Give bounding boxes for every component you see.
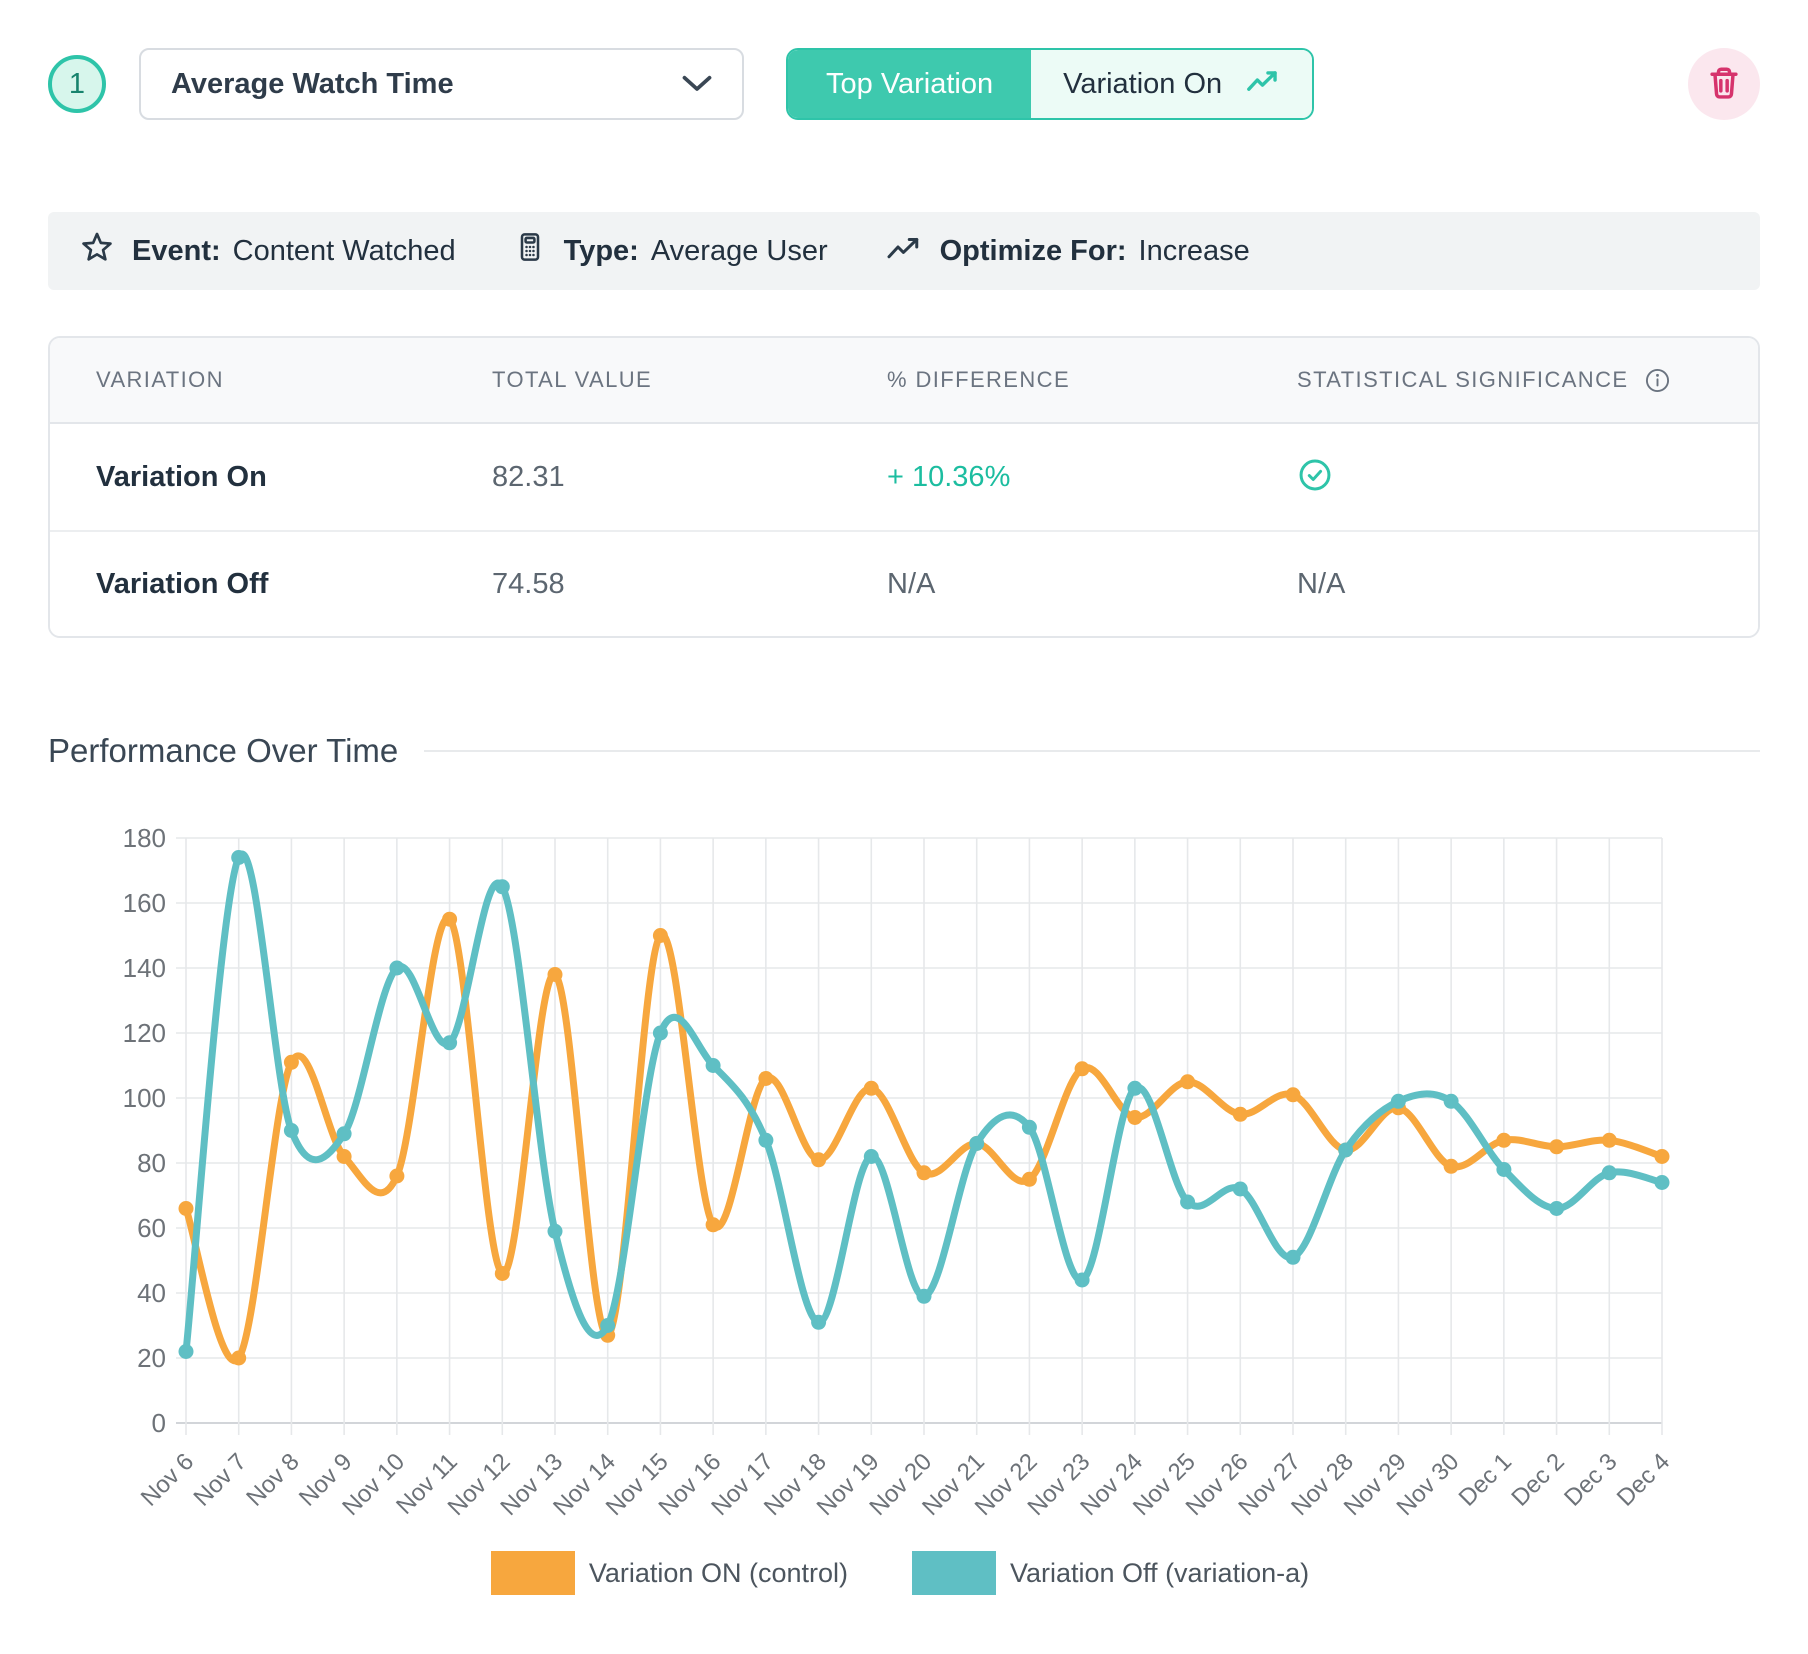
performance-line-chart: 020406080100120140160180Nov 6Nov 7Nov 8N… xyxy=(40,818,1752,1544)
svg-text:140: 140 xyxy=(123,953,166,983)
trash-icon xyxy=(1705,64,1743,105)
toggle-variation-on-label: Variation On xyxy=(1063,68,1222,101)
svg-text:60: 60 xyxy=(137,1213,166,1243)
performance-chart: 020406080100120140160180Nov 6Nov 7Nov 8N… xyxy=(40,818,1760,1595)
svg-text:180: 180 xyxy=(123,823,166,853)
row-significance: N/A xyxy=(1251,568,1758,601)
metric-header-row: 1 Average Watch Time Top Variation Varia… xyxy=(48,48,1760,120)
results-table: VARIATION TOTAL VALUE % DIFFERENCE STATI… xyxy=(48,336,1760,638)
col-difference: % DIFFERENCE xyxy=(841,367,1251,393)
metric-dropdown-value: Average Watch Time xyxy=(171,68,454,101)
page-title: Performance Over Time xyxy=(48,732,398,770)
svg-text:Dec 4: Dec 4 xyxy=(1612,1448,1675,1511)
table-row-variation-off: Variation Off 74.58 N/A N/A xyxy=(50,530,1758,636)
section-divider xyxy=(424,750,1760,752)
svg-text:Nov 8: Nov 8 xyxy=(241,1448,304,1511)
star-icon xyxy=(80,230,132,272)
type-value: Average User xyxy=(651,235,828,268)
svg-text:160: 160 xyxy=(123,888,166,918)
row-significance xyxy=(1251,457,1758,498)
performance-section-head: Performance Over Time xyxy=(48,732,1760,770)
variation-toggle: Top Variation Variation On xyxy=(786,48,1314,120)
chart-legend: Variation ON (control) Variation Off (va… xyxy=(40,1551,1760,1595)
delete-metric-button[interactable] xyxy=(1688,48,1760,120)
row-difference: N/A xyxy=(841,568,1251,601)
row-difference: + 10.36% xyxy=(841,461,1251,494)
calculator-icon xyxy=(514,230,564,272)
optimize-label: Optimize For: xyxy=(940,235,1127,268)
type-summary: Type: Average User xyxy=(514,230,828,272)
chevron-down-icon xyxy=(682,68,712,101)
legend-label: Variation Off (variation-a) xyxy=(1010,1558,1309,1589)
check-circle-icon xyxy=(1297,457,1333,498)
trending-up-icon xyxy=(886,233,940,269)
experiment-metric-panel: 1 Average Watch Time Top Variation Varia… xyxy=(0,0,1808,1654)
svg-text:120: 120 xyxy=(123,1018,166,1048)
event-value: Content Watched xyxy=(233,235,456,268)
svg-text:80: 80 xyxy=(137,1148,166,1178)
row-total-value: 82.31 xyxy=(446,461,841,494)
legend-item-variation-off[interactable]: Variation Off (variation-a) xyxy=(912,1551,1309,1595)
type-label: Type: xyxy=(564,235,639,268)
svg-text:Nov 7: Nov 7 xyxy=(189,1448,252,1511)
info-circle-icon[interactable] xyxy=(1644,367,1671,394)
col-significance: STATISTICAL SIGNIFICANCE xyxy=(1251,367,1758,394)
svg-text:0: 0 xyxy=(152,1408,166,1438)
legend-item-variation-on[interactable]: Variation ON (control) xyxy=(491,1551,848,1595)
optimize-value: Increase xyxy=(1139,235,1250,268)
row-total-value: 74.58 xyxy=(446,568,841,601)
svg-text:40: 40 xyxy=(137,1278,166,1308)
svg-text:Dec 3: Dec 3 xyxy=(1559,1448,1622,1511)
col-total-value: TOTAL VALUE xyxy=(446,367,841,393)
svg-text:Dec 1: Dec 1 xyxy=(1454,1448,1517,1511)
toggle-top-variation-label: Top Variation xyxy=(826,68,993,101)
svg-text:Nov 6: Nov 6 xyxy=(136,1448,199,1511)
row-variation-name: Variation On xyxy=(50,461,446,494)
toggle-top-variation[interactable]: Top Variation xyxy=(788,50,1031,118)
results-table-header: VARIATION TOTAL VALUE % DIFFERENCE STATI… xyxy=(50,338,1758,424)
legend-swatch-teal xyxy=(912,1551,996,1595)
legend-swatch-orange xyxy=(491,1551,575,1595)
metric-index-badge: 1 xyxy=(48,55,106,113)
legend-label: Variation ON (control) xyxy=(589,1558,848,1589)
row-variation-name: Variation Off xyxy=(50,568,446,601)
event-label: Event: xyxy=(132,235,221,268)
svg-text:100: 100 xyxy=(123,1083,166,1113)
metric-dropdown[interactable]: Average Watch Time xyxy=(139,48,744,120)
col-variation: VARIATION xyxy=(50,367,446,393)
event-summary: Event: Content Watched xyxy=(80,230,456,272)
svg-text:20: 20 xyxy=(137,1343,166,1373)
metric-summary-bar: Event: Content Watched Type: Average Use… xyxy=(48,212,1760,290)
optimize-summary: Optimize For: Increase xyxy=(886,233,1250,269)
toggle-variation-on[interactable]: Variation On xyxy=(1031,50,1312,118)
trending-up-icon xyxy=(1246,67,1280,101)
svg-text:Dec 2: Dec 2 xyxy=(1506,1448,1569,1511)
table-row-variation-on: Variation On 82.31 + 10.36% xyxy=(50,424,1758,530)
